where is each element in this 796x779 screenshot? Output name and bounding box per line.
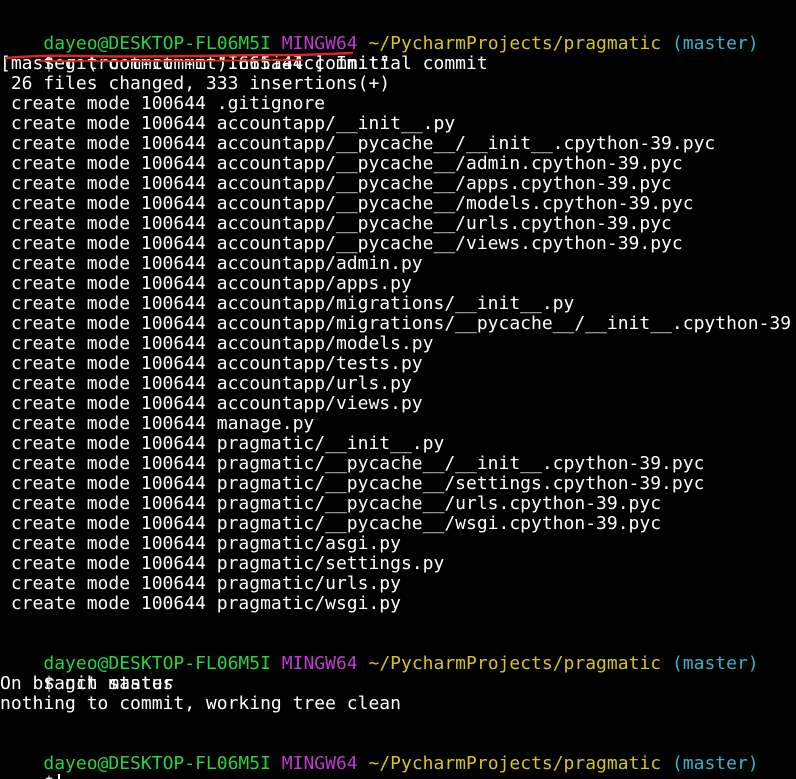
status-branch-line: On branch master [0, 673, 174, 694]
status-clean-line: nothing to commit, working tree clean [0, 693, 401, 714]
created-file-line: create mode 100644 accountapp/migrations… [0, 293, 575, 314]
created-file-line: create mode 100644 accountapp/__pycache_… [0, 133, 716, 154]
created-file-line: create mode 100644 accountapp/views.py [0, 393, 423, 414]
prompt-line-1: dayeo@DESKTOP-FL06M5I MINGW64 ~/PycharmP… [0, 14, 796, 54]
created-file-line: create mode 100644 pragmatic/__init__.py [0, 433, 445, 454]
created-file-line: create mode 100644 accountapp/models.py [0, 333, 434, 354]
created-file-line: create mode 100644 pragmatic/__pycache__… [0, 473, 705, 494]
created-file-line: create mode 100644 .gitignore [0, 93, 326, 114]
prompt-symbol: $ [43, 773, 54, 779]
created-file-line: create mode 100644 accountapp/__init__.p… [0, 113, 456, 134]
created-file-line: create mode 100644 pragmatic/wsgi.py [0, 593, 401, 614]
created-file-line: create mode 100644 accountapp/__pycache_… [0, 193, 694, 214]
command-line-2: $ git status [0, 654, 796, 694]
terminal-window[interactable]: dayeo@DESKTOP-FL06M5I MINGW64 ~/PycharmP… [0, 0, 796, 779]
created-file-line: create mode 100644 accountapp/admin.py [0, 253, 423, 274]
created-file-line: create mode 100644 pragmatic/__pycache__… [0, 513, 662, 534]
created-file-line: create mode 100644 pragmatic/urls.py [0, 573, 401, 594]
created-file-line: create mode 100644 accountapp/urls.py [0, 373, 412, 394]
created-file-line: create mode 100644 accountapp/__pycache_… [0, 173, 672, 194]
created-file-line: create mode 100644 pragmatic/__pycache__… [0, 453, 705, 474]
created-file-line: create mode 100644 pragmatic/asgi.py [0, 533, 401, 554]
created-file-line: create mode 100644 accountapp/__pycache_… [0, 233, 683, 254]
created-file-line: create mode 100644 accountapp/apps.py [0, 273, 412, 294]
created-file-line: create mode 100644 accountapp/__pycache_… [0, 213, 672, 234]
created-file-line: create mode 100644 accountapp/__pycache_… [0, 153, 683, 174]
prompt-line-2: dayeo@DESKTOP-FL06M5I MINGW64 ~/PycharmP… [0, 634, 796, 674]
prompt-line-3: dayeo@DESKTOP-FL06M5I MINGW64 ~/PycharmP… [0, 734, 796, 774]
created-file-line: create mode 100644 manage.py [0, 413, 315, 434]
created-file-line: create mode 100644 pragmatic/settings.py [0, 553, 445, 574]
commit-stats-line: 26 files changed, 333 insertions(+) [0, 73, 391, 94]
active-input-line[interactable]: $ [0, 754, 796, 779]
text-cursor[interactable] [58, 774, 61, 779]
created-file-line: create mode 100644 pragmatic/__pycache__… [0, 493, 662, 514]
created-file-line: create mode 100644 accountapp/migrations… [0, 313, 792, 334]
command-line-1: $ git commit -m "Initial commit" [0, 34, 796, 74]
commit-summary-line: [master (root-commit) 665a44c] Initial c… [0, 53, 488, 74]
created-file-line: create mode 100644 accountapp/tests.py [0, 353, 423, 374]
